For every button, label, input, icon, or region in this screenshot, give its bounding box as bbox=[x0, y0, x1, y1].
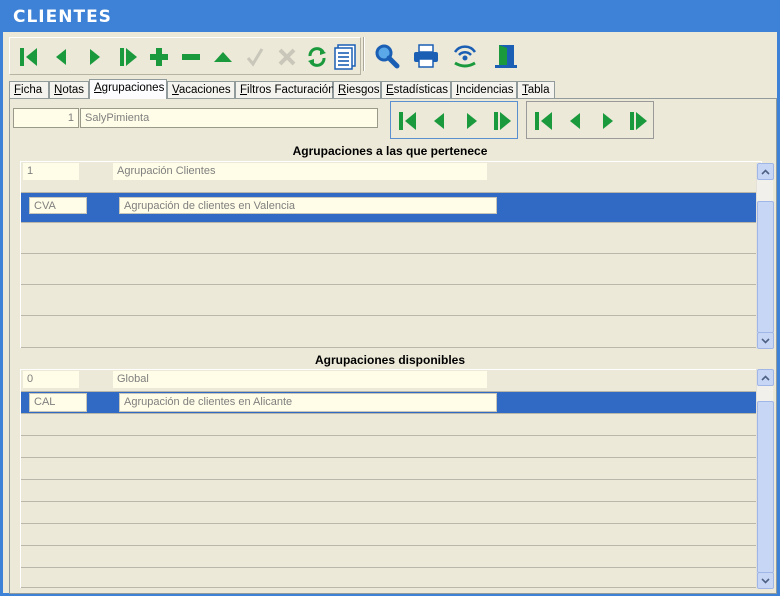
previous-record-icon[interactable] bbox=[46, 42, 76, 72]
available-empty-row[interactable] bbox=[21, 524, 763, 546]
available-empty-row[interactable] bbox=[21, 480, 763, 502]
scroll-thumb[interactable] bbox=[757, 401, 774, 573]
member-empty-row[interactable] bbox=[21, 254, 763, 285]
member-last-icon[interactable] bbox=[487, 106, 517, 136]
member-next-icon[interactable] bbox=[457, 106, 487, 136]
available-grid: 0 Global CAL Agrupación de clientes en A… bbox=[20, 369, 763, 588]
window-title: CLIENTES bbox=[3, 3, 777, 32]
member-scrollbar[interactable] bbox=[756, 163, 774, 349]
member-nav-box bbox=[390, 101, 518, 139]
print-icon[interactable] bbox=[411, 41, 441, 71]
wireless-icon[interactable] bbox=[450, 41, 480, 71]
available-empty-row[interactable] bbox=[21, 546, 763, 568]
member-selected-row[interactable]: CVA Agrupación de clientes en Valencia bbox=[21, 193, 763, 223]
client-name-field[interactable]: SalyPimienta bbox=[80, 108, 378, 128]
refresh-icon[interactable] bbox=[302, 42, 332, 72]
available-scrollbar[interactable] bbox=[756, 369, 774, 589]
tab-notas[interactable]: Notas bbox=[49, 81, 89, 99]
clientes-window: CLIENTES Ficha Notas Agrupaciones Vacaci… bbox=[0, 0, 780, 596]
scroll-up-icon[interactable] bbox=[757, 163, 774, 180]
available-header-code: 0 bbox=[23, 371, 79, 388]
available-empty-row[interactable] bbox=[21, 568, 763, 588]
member-row-name[interactable]: Agrupación de clientes en Valencia bbox=[119, 197, 497, 214]
available-next-icon[interactable] bbox=[593, 106, 623, 136]
tab-incidencias[interactable]: Incidencias bbox=[451, 81, 517, 99]
available-empty-row[interactable] bbox=[21, 436, 763, 458]
member-header-row[interactable]: 1 Agrupación Clientes bbox=[21, 162, 763, 193]
available-empty-row[interactable] bbox=[21, 414, 763, 436]
member-empty-row[interactable] bbox=[21, 223, 763, 254]
record-toolbar bbox=[9, 37, 361, 75]
toolbar-separator bbox=[363, 37, 365, 71]
list-view-icon[interactable] bbox=[330, 42, 360, 72]
member-empty-row[interactable] bbox=[21, 316, 763, 348]
last-record-icon[interactable] bbox=[113, 42, 143, 72]
tab-agrupaciones[interactable]: Agrupaciones bbox=[89, 79, 167, 99]
member-first-icon[interactable] bbox=[393, 106, 423, 136]
tab-vacaciones[interactable]: Vacaciones bbox=[167, 81, 235, 99]
available-empty-row[interactable] bbox=[21, 502, 763, 524]
available-selected-row[interactable]: CAL Agrupación de clientes en Alicante bbox=[21, 392, 763, 414]
tools-toolbar bbox=[367, 37, 533, 75]
exit-door-icon[interactable] bbox=[491, 41, 521, 71]
available-first-icon[interactable] bbox=[529, 106, 559, 136]
member-row-code[interactable]: CVA bbox=[29, 197, 87, 214]
available-row-code[interactable]: CAL bbox=[29, 393, 87, 412]
scroll-up-icon[interactable] bbox=[757, 369, 774, 386]
confirm-icon[interactable] bbox=[240, 42, 270, 72]
available-last-icon[interactable] bbox=[623, 106, 653, 136]
member-header-code: 1 bbox=[23, 163, 79, 180]
add-record-icon[interactable] bbox=[144, 42, 174, 72]
first-record-icon[interactable] bbox=[14, 42, 44, 72]
member-section-title: Agrupaciones a las que pertenece bbox=[292, 144, 488, 158]
client-code-field[interactable]: 1 bbox=[13, 108, 79, 128]
member-header-name: Agrupación Clientes bbox=[113, 163, 487, 180]
scroll-down-icon[interactable] bbox=[757, 332, 774, 349]
available-section-title: Agrupaciones disponibles bbox=[314, 353, 466, 367]
tab-filtros-facturacion[interactable]: Filtros Facturación bbox=[235, 81, 335, 99]
agrupaciones-panel: 1 SalyPimienta Agrupaciones a las que pe… bbox=[9, 98, 777, 594]
tab-tabla[interactable]: Tabla bbox=[517, 81, 555, 99]
member-empty-row[interactable] bbox=[21, 285, 763, 316]
tab-ficha[interactable]: Ficha bbox=[9, 81, 49, 99]
available-nav-box bbox=[526, 101, 654, 139]
available-header-row[interactable]: 0 Global bbox=[21, 370, 763, 392]
member-grid: 1 Agrupación Clientes CVA Agrupación de … bbox=[20, 161, 763, 348]
member-previous-icon[interactable] bbox=[424, 106, 454, 136]
delete-record-icon[interactable] bbox=[176, 42, 206, 72]
available-empty-row[interactable] bbox=[21, 458, 763, 480]
tab-riesgos[interactable]: Riesgos bbox=[333, 81, 381, 99]
available-previous-icon[interactable] bbox=[560, 106, 590, 136]
edit-record-icon[interactable] bbox=[208, 42, 238, 72]
available-header-name: Global bbox=[113, 371, 487, 388]
available-row-name[interactable]: Agrupación de clientes en Alicante bbox=[119, 393, 497, 412]
next-record-icon[interactable] bbox=[80, 42, 110, 72]
scroll-thumb[interactable] bbox=[757, 201, 774, 333]
tab-estadisticas[interactable]: Estadísticas bbox=[381, 81, 451, 99]
scroll-down-icon[interactable] bbox=[757, 572, 774, 589]
cancel-icon[interactable] bbox=[272, 42, 302, 72]
search-icon[interactable] bbox=[372, 41, 402, 71]
